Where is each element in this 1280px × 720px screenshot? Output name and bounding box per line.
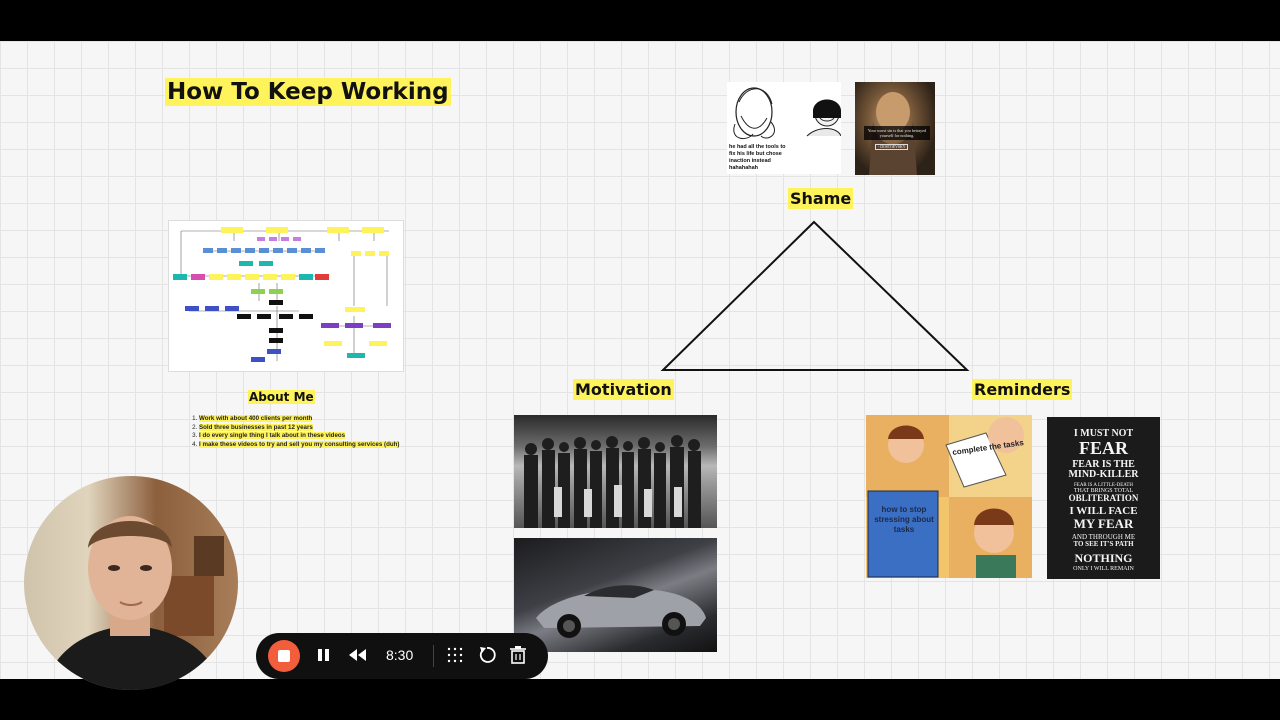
poster-line: OBLITERATION [1068, 493, 1139, 503]
list-item: I do every single thing I talk about in … [199, 432, 399, 441]
family-photo-image[interactable] [514, 415, 717, 528]
book-meme-book-title: how to stop stressing about tasks [874, 505, 934, 534]
pause-glyph [318, 649, 329, 661]
recording-toolbar: 8:30 [256, 633, 548, 679]
poster-line: NOTHING [1074, 551, 1133, 565]
stop-recording-button[interactable] [268, 640, 300, 672]
recording-time: 8:30 [386, 647, 414, 663]
drag-handle-icon[interactable] [446, 645, 464, 671]
flowchart-image[interactable] [168, 220, 404, 372]
lamborghini-photo-image[interactable] [514, 538, 717, 652]
reminders-label[interactable]: Reminders [972, 379, 1073, 400]
restart-glyph [479, 647, 496, 663]
poster-line: MY FEAR [1073, 516, 1134, 531]
delete-icon[interactable] [509, 645, 527, 671]
poster-line: TO SEE IT'S PATH [1073, 540, 1134, 548]
list-item: Sold three businesses in past 12 years [199, 423, 399, 433]
about-me-label[interactable]: About Me [248, 390, 315, 404]
list-item: I make these videos to try and sell you … [199, 440, 400, 450]
flowchart-drawing [173, 227, 391, 362]
list-item: Work with about 400 clients per month [199, 415, 399, 424]
trash-glyph [510, 646, 526, 664]
webcam-bubble[interactable] [24, 476, 238, 690]
fear-litany-poster-image[interactable]: I MUST NOT FEAR FEAR IS THE MIND-KILLER … [1047, 417, 1160, 579]
family-silhouettes [524, 435, 701, 528]
presenter-silhouette [44, 516, 224, 690]
rewind-glyph [349, 649, 366, 661]
motivation-label[interactable]: Motivation [573, 379, 674, 400]
about-me-list[interactable]: Work with about 400 clients per month So… [190, 415, 400, 450]
rewind-icon[interactable] [348, 645, 368, 671]
book-meme-image[interactable]: complete the tasks how to stop stressing… [866, 415, 1032, 578]
poster-line: MIND-KILLER [1068, 469, 1139, 480]
poster-line: FEAR [1079, 438, 1128, 458]
car-shape [536, 585, 706, 638]
drag-glyph [447, 647, 463, 663]
pause-icon[interactable] [317, 645, 331, 671]
poster-line: ONLY I WILL REMAIN [1073, 566, 1134, 572]
toolbar-divider [433, 645, 434, 667]
restart-icon[interactable] [478, 645, 496, 671]
